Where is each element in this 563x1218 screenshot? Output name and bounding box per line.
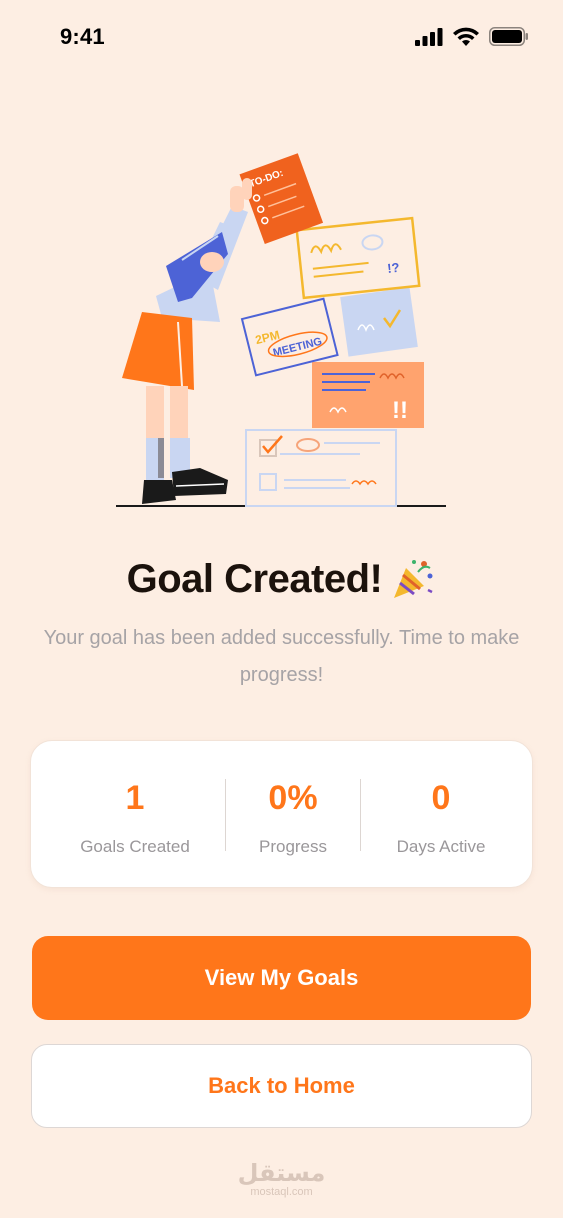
battery-icon — [489, 27, 528, 46]
exclaim-question-text: !? — [386, 260, 400, 276]
stat-days-active: 0 Days Active — [349, 741, 533, 889]
view-my-goals-button[interactable]: View My Goals — [32, 936, 531, 1020]
woman-stacking-task-cards-illustration: !! 2PM MEETING !? TO-DO: — [116, 153, 446, 507]
exclaim-text: !! — [392, 397, 408, 424]
woman-figure — [122, 178, 252, 504]
stat-label: Days Active — [396, 837, 486, 856]
title-row: Goal Created! — [0, 556, 563, 602]
status-bar: 9:41 — [0, 0, 563, 80]
notes-card: !! — [312, 362, 424, 428]
status-time: 9:41 — [60, 24, 105, 49]
check-card — [340, 287, 418, 357]
back-to-home-button[interactable]: Back to Home — [31, 1044, 532, 1128]
stat-value: 0 — [431, 779, 451, 817]
wifi-icon — [453, 27, 479, 46]
watermark-logo-text: مستقل — [237, 1159, 326, 1187]
cellular-signal-icon — [415, 27, 443, 46]
success-message: Your goal has been added successfully. T… — [43, 627, 520, 686]
watermark: مستقل mostaql.com — [0, 1160, 563, 1198]
watermark-url: mostaql.com — [250, 1186, 313, 1198]
stats-card: 1 Goals Created 0% Progress 0 Days Activ… — [30, 740, 533, 888]
page-title: Goal Created! — [126, 556, 383, 601]
party-popper-icon — [394, 560, 433, 598]
checklist-card — [245, 429, 397, 507]
yellow-note-card: !? — [295, 216, 421, 300]
status-icons — [415, 27, 529, 46]
